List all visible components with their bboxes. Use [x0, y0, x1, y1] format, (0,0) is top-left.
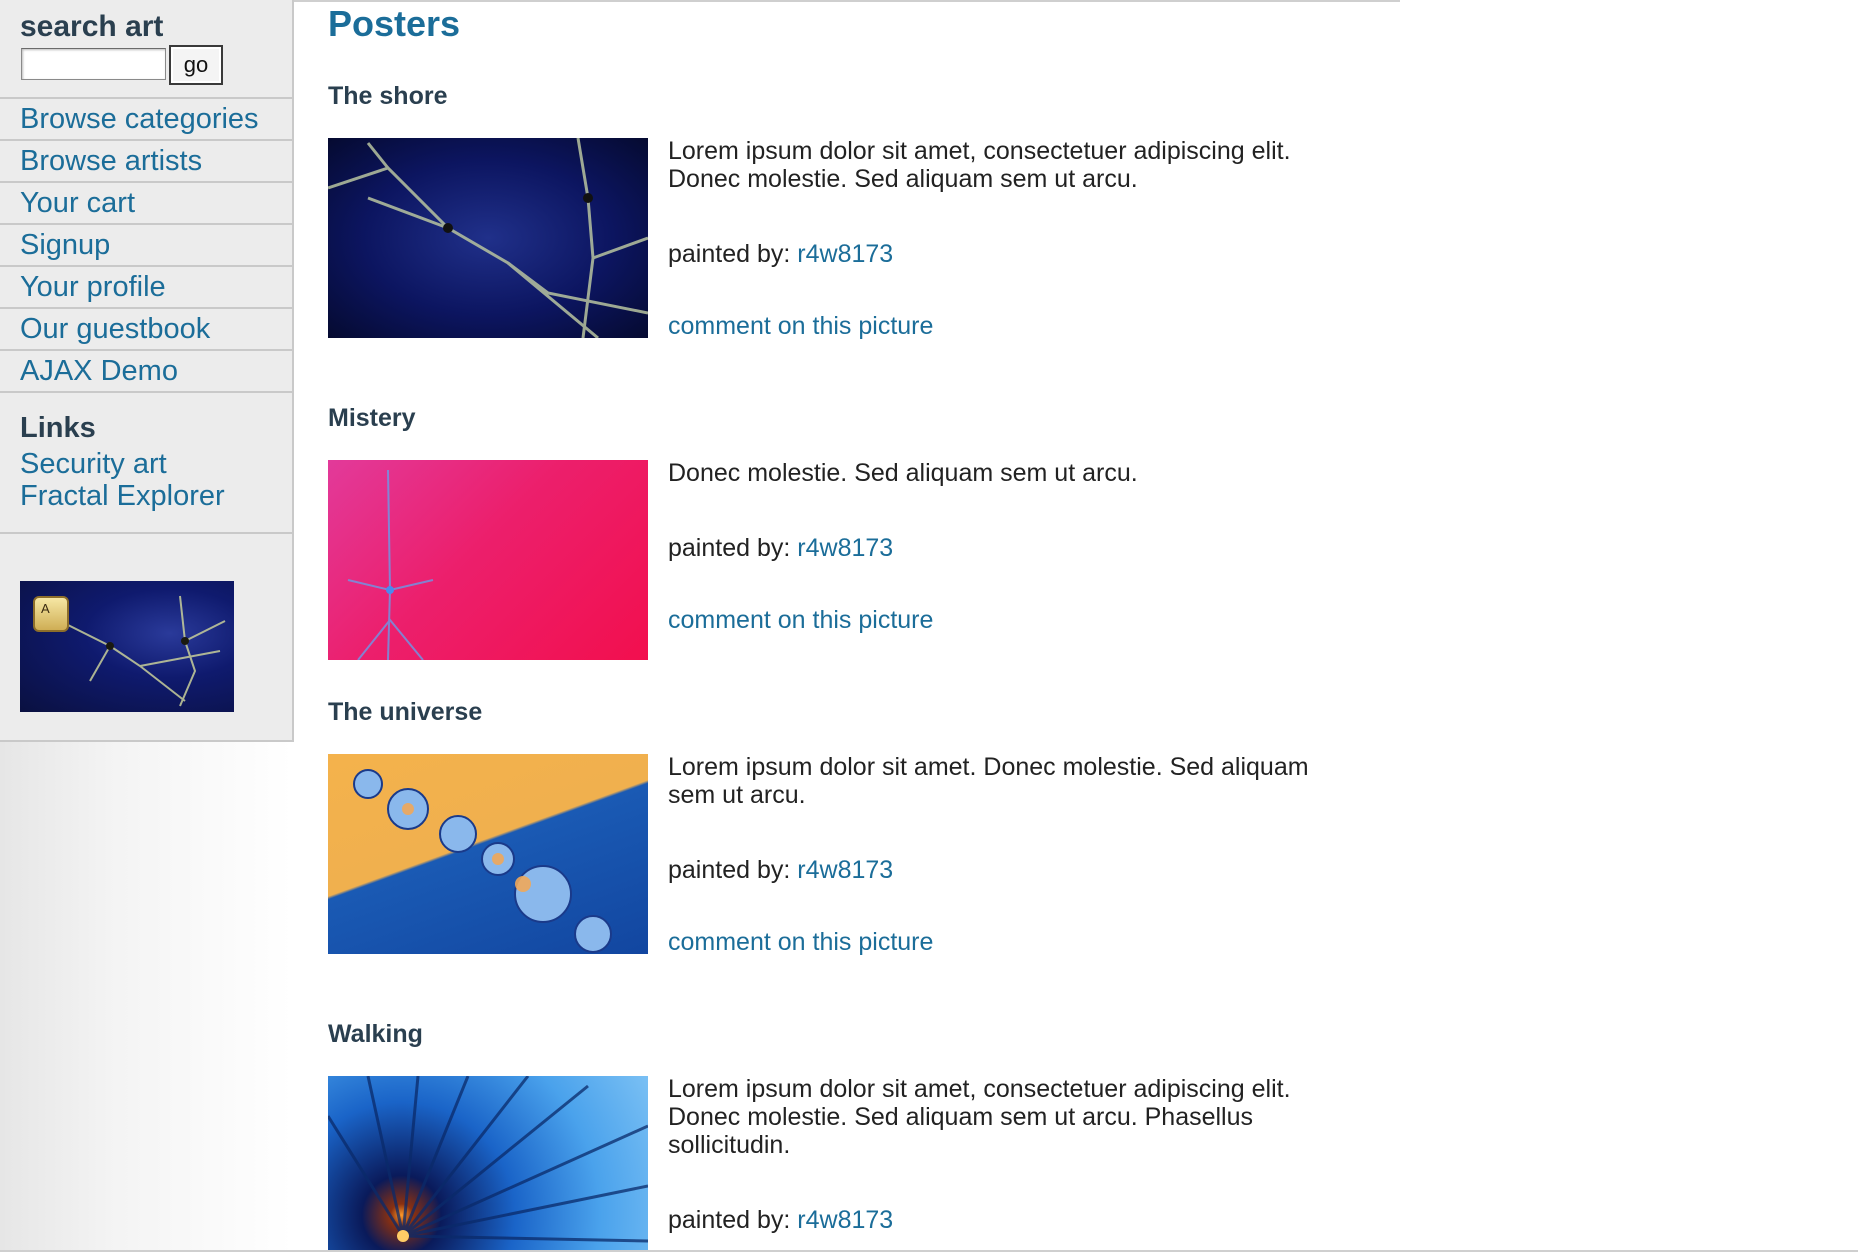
picture-description: Lorem ipsum dolor sit amet, consectetuer…	[668, 1075, 1291, 1159]
links-heading: Links	[20, 412, 96, 444]
painted-by-label: painted by:	[668, 1206, 791, 1234]
browse-artists-link[interactable]: Browse artists	[20, 145, 202, 177]
your-cart-link[interactable]: Your cart	[20, 187, 135, 219]
sidebar-item-signup: Signup	[0, 225, 292, 267]
fractal-pattern	[347, 469, 434, 660]
search-input[interactable]	[21, 48, 166, 80]
artist-link[interactable]: r4w8173	[797, 534, 893, 562]
sidebar-nav: Browse categories Browse artists Your ca…	[0, 99, 292, 393]
picture-thumbnail-mistery[interactable]	[328, 460, 648, 660]
go-button[interactable]: go	[169, 45, 223, 85]
comment-link[interactable]: comment on this picture	[668, 312, 933, 341]
picture-description: Lorem ipsum dolor sit amet. Donec molest…	[668, 753, 1309, 809]
security-art-link[interactable]: Security art	[20, 448, 167, 481]
artist-link[interactable]: r4w8173	[797, 240, 893, 268]
picture-title-the-shore: The shore	[328, 82, 448, 110]
fractal-explorer-link[interactable]: Fractal Explorer	[20, 480, 225, 513]
picture-thumbnail-the-shore[interactable]	[328, 138, 648, 338]
artist-link[interactable]: r4w8173	[797, 1206, 893, 1234]
sidebar-item-your-cart: Your cart	[0, 183, 292, 225]
painted-by-label: painted by:	[668, 240, 791, 268]
fractal-pattern	[328, 1076, 648, 1243]
divider	[0, 532, 292, 534]
picture-title-mistery: Mistery	[328, 404, 416, 432]
sidebar-item-browse-categories: Browse categories	[0, 99, 292, 141]
painted-by: painted by: r4w8173	[668, 240, 893, 269]
sidebar-banner-image[interactable]: A	[20, 581, 234, 712]
keyboard-key-icon: A	[33, 596, 69, 632]
picture-thumbnail-walking[interactable]	[328, 1076, 648, 1250]
painted-by-label: painted by:	[668, 534, 791, 562]
sidebar-item-browse-artists: Browse artists	[0, 141, 292, 183]
signup-link[interactable]: Signup	[20, 229, 110, 261]
fractal-pattern	[328, 138, 648, 338]
search-label: search art	[20, 10, 164, 43]
your-profile-link[interactable]: Your profile	[20, 271, 166, 303]
browse-categories-link[interactable]: Browse categories	[20, 103, 259, 135]
sidebar-item-guestbook: Our guestbook	[0, 309, 292, 351]
sidebar-item-your-profile: Your profile	[0, 267, 292, 309]
picture-description: Lorem ipsum dolor sit amet, consectetuer…	[668, 137, 1291, 193]
ajax-demo-link[interactable]: AJAX Demo	[20, 355, 178, 387]
picture-thumbnail-the-universe[interactable]	[328, 754, 648, 954]
painted-by: painted by: r4w8173	[668, 1206, 893, 1235]
artist-link[interactable]: r4w8173	[797, 856, 893, 884]
picture-title-walking: Walking	[328, 1020, 423, 1048]
comment-link[interactable]: comment on this picture	[668, 606, 933, 635]
page-title: Posters	[328, 3, 461, 44]
fractal-pattern	[353, 769, 612, 953]
sidebar-item-ajax-demo: AJAX Demo	[0, 351, 292, 393]
guestbook-link[interactable]: Our guestbook	[20, 313, 210, 345]
painted-by-label: painted by:	[668, 856, 791, 884]
painted-by: painted by: r4w8173	[668, 534, 893, 563]
picture-description: Donec molestie. Sed aliquam sem ut arcu.	[668, 459, 1138, 487]
comment-link[interactable]: comment on this picture	[668, 928, 933, 957]
painted-by: painted by: r4w8173	[668, 856, 893, 885]
picture-title-the-universe: The universe	[328, 698, 483, 726]
sidebar: search art go Browse categories Browse a…	[0, 0, 294, 742]
